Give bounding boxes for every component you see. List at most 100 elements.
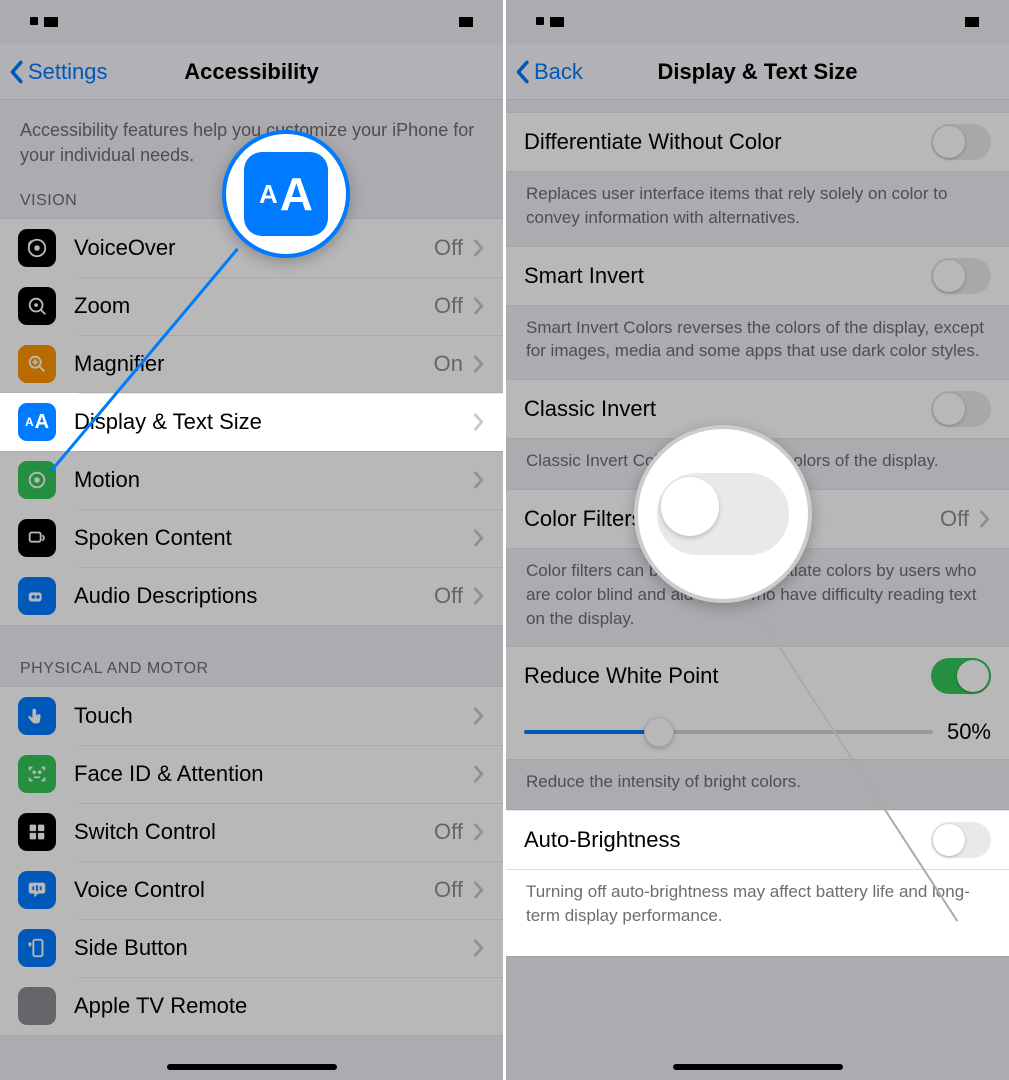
section-header-physical: PHYSICAL AND MOTOR [0, 652, 503, 686]
row-label: Touch [74, 703, 473, 729]
row-value: Off [434, 819, 463, 845]
touch-icon [18, 697, 56, 735]
row-reduce-white-point: Reduce White Point 50% [506, 646, 1009, 760]
navbar: Back Display & Text Size [506, 44, 1009, 100]
row-label: Motion [74, 467, 473, 493]
row-audio-descriptions[interactable]: Audio Descriptions Off [0, 567, 503, 625]
row-motion[interactable]: Motion [0, 451, 503, 509]
callout-text-size: AA [222, 130, 350, 258]
row-value: On [434, 351, 463, 377]
toggle-smart-invert[interactable] [931, 258, 991, 294]
footer-smart-invert: Smart Invert Colors reverses the colors … [506, 306, 1009, 380]
chevron-right-icon [473, 881, 485, 899]
row-label: Differentiate Without Color [524, 129, 931, 155]
status-bar [0, 0, 503, 44]
footer-differentiate: Replaces user interface items that rely … [506, 172, 1009, 246]
row-label: Smart Invert [524, 263, 931, 289]
toggle-reduce-white-point[interactable] [931, 658, 991, 694]
switch-control-icon [18, 813, 56, 851]
vision-group: VoiceOver Off Zoom Off Magnifier On [0, 218, 503, 626]
row-zoom[interactable]: Zoom Off [0, 277, 503, 335]
spoken-content-icon [18, 519, 56, 557]
row-label: Display & Text Size [74, 409, 473, 435]
row-value: Off [434, 235, 463, 261]
row-switch-control[interactable]: Switch Control Off [0, 803, 503, 861]
row-label: Magnifier [74, 351, 434, 377]
slider-fill [524, 730, 659, 734]
row-auto-brightness: Auto-Brightness [506, 810, 1009, 870]
row-reduce-white-point-toggle[interactable]: Reduce White Point [506, 647, 1009, 705]
row-value: Off [434, 583, 463, 609]
row-classic-invert: Classic Invert [506, 379, 1009, 439]
chevron-right-icon [473, 707, 485, 725]
toggle-differentiate[interactable] [931, 124, 991, 160]
row-classic-invert-toggle[interactable]: Classic Invert [506, 380, 1009, 438]
chevron-left-icon [8, 60, 24, 84]
chevron-right-icon [473, 529, 485, 547]
back-button[interactable]: Settings [8, 59, 108, 85]
chevron-right-icon [473, 355, 485, 373]
toggle-classic-invert[interactable] [931, 391, 991, 427]
chevron-right-icon [473, 297, 485, 315]
row-label: Side Button [74, 935, 473, 961]
row-label: Face ID & Attention [74, 761, 473, 787]
toggle-off-icon [657, 473, 790, 555]
chevron-right-icon [473, 239, 485, 257]
text-size-icon: AA [244, 152, 328, 236]
row-face-id[interactable]: Face ID & Attention [0, 745, 503, 803]
phone-display-text-size: Back Display & Text Size Differentiate W… [506, 0, 1009, 1080]
row-side-button[interactable]: Side Button [0, 919, 503, 977]
page-title: Accessibility [184, 59, 319, 85]
back-button[interactable]: Back [514, 59, 583, 85]
footer-reduce-white-point: Reduce the intensity of bright colors. [506, 760, 1009, 810]
row-label: Auto-Brightness [524, 827, 931, 853]
row-magnifier[interactable]: Magnifier On [0, 335, 503, 393]
navbar: Settings Accessibility [0, 44, 503, 100]
slider-track[interactable] [524, 730, 933, 734]
status-bar [506, 0, 1009, 44]
chevron-right-icon [473, 413, 485, 431]
row-value: Off [434, 293, 463, 319]
slider-reduce-white-point[interactable]: 50% [506, 705, 1009, 759]
toggle-auto-brightness[interactable] [931, 822, 991, 858]
chevron-right-icon [473, 471, 485, 489]
row-differentiate: Differentiate Without Color [506, 112, 1009, 172]
back-label: Settings [28, 59, 108, 85]
row-touch[interactable]: Touch [0, 687, 503, 745]
chevron-right-icon [473, 765, 485, 783]
row-value: Off [940, 506, 969, 532]
row-value: Off [434, 877, 463, 903]
side-button-icon [18, 929, 56, 967]
back-label: Back [534, 59, 583, 85]
row-smart-invert-toggle[interactable]: Smart Invert [506, 247, 1009, 305]
chevron-left-icon [514, 60, 530, 84]
row-label: Apple TV Remote [74, 993, 485, 1019]
row-label: Switch Control [74, 819, 434, 845]
row-apple-tv-remote[interactable]: Apple TV Remote [0, 977, 503, 1035]
chevron-right-icon [473, 587, 485, 605]
callout-toggle [634, 425, 812, 603]
text-size-icon: AA [18, 403, 56, 441]
chevron-right-icon [979, 510, 991, 528]
audio-descriptions-icon [18, 577, 56, 615]
phone-accessibility: Settings Accessibility Accessibility fea… [0, 0, 506, 1080]
home-indicator [673, 1064, 843, 1070]
row-label: Voice Control [74, 877, 434, 903]
row-differentiate-toggle[interactable]: Differentiate Without Color [506, 113, 1009, 171]
slider-value: 50% [947, 719, 991, 745]
slider-thumb[interactable] [644, 717, 674, 747]
row-smart-invert: Smart Invert [506, 246, 1009, 306]
row-auto-brightness-toggle[interactable]: Auto-Brightness [506, 811, 1009, 869]
home-indicator [167, 1064, 337, 1070]
chevron-right-icon [473, 939, 485, 957]
row-voice-control[interactable]: Voice Control Off [0, 861, 503, 919]
row-label: Classic Invert [524, 396, 931, 422]
row-spoken-content[interactable]: Spoken Content [0, 509, 503, 567]
voice-control-icon [18, 871, 56, 909]
voiceover-icon [18, 229, 56, 267]
row-label: Spoken Content [74, 525, 473, 551]
magnifier-icon [18, 345, 56, 383]
page-title: Display & Text Size [657, 59, 857, 85]
zoom-icon [18, 287, 56, 325]
row-label: Reduce White Point [524, 663, 931, 689]
